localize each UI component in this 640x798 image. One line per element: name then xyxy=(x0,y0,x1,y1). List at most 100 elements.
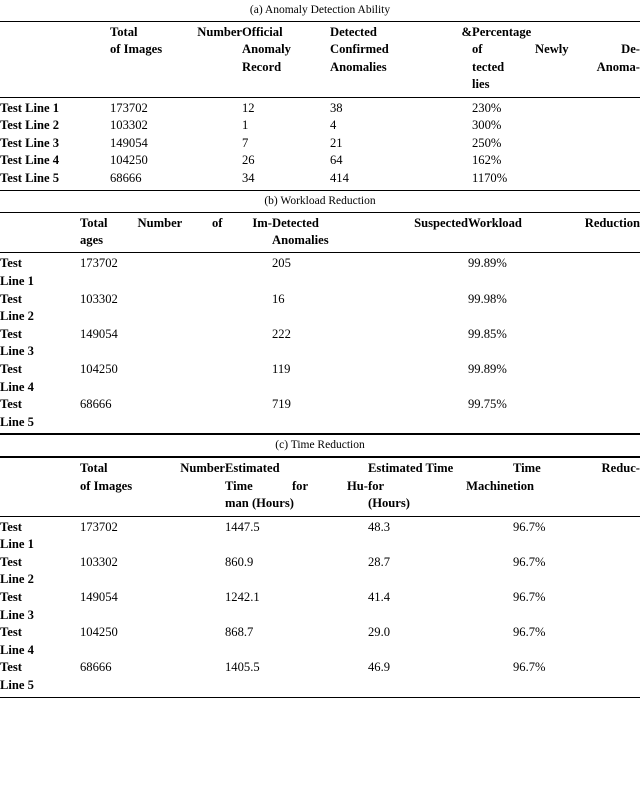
table-a-cell-official-record: 12 xyxy=(242,100,255,115)
table-c-cell-time-human: 868.7 xyxy=(225,625,254,640)
table-c-bottom-rule xyxy=(0,696,640,698)
table-a-cell-percentage: 250% xyxy=(472,135,502,150)
table-c-cell-time-machine: 41.4 xyxy=(368,589,391,604)
table-a-cell-total-images: 68666 xyxy=(110,171,142,185)
table-a-row-label: Test Line 1 xyxy=(0,100,60,115)
header-line: Time xyxy=(513,461,541,476)
table-b-cell-detected-suspected: 222 xyxy=(272,326,291,341)
table-a-cell-total-images: 104250 xyxy=(110,153,148,168)
table-b: Total Number of Im- ages Detected Suspec… xyxy=(0,215,640,250)
table-b-cell-detected-suspected: 205 xyxy=(272,256,291,271)
table-b-cell-workload-reduction: 99.89% xyxy=(468,256,507,271)
table-row: Test Line 2 103302 16 99.98% xyxy=(0,291,640,326)
table-a-cell-percentage: 1170% xyxy=(472,171,508,185)
table-a-cell-official-record: 7 xyxy=(242,135,249,150)
table-c-header-estimated-time-human: Estimated Time for Hu- man (Hours) xyxy=(225,460,368,512)
table-a-cell-official-record: 34 xyxy=(242,171,255,185)
caption-table-b: (b) Workload Reduction xyxy=(264,194,376,207)
table-row: Test Line 1 173702 205 99.89% xyxy=(0,255,640,290)
table-b-header-corner xyxy=(0,215,80,250)
table-c-cell-total-images: 103302 xyxy=(80,554,118,569)
table-row: Test Line 2 103302 1 4 300% xyxy=(0,117,640,135)
table-b-row-label: Test Line 4 xyxy=(0,361,80,396)
table-b-header-workload-reduction: Workload Reduction xyxy=(468,215,640,250)
table-c-cell-time-machine: 28.7 xyxy=(368,554,391,569)
header-line: tion xyxy=(513,478,534,493)
row-label-line: Test xyxy=(0,291,22,306)
table-a-row-label: Test Line 3 xyxy=(0,135,60,150)
header-line: Record xyxy=(242,59,282,74)
table-row: Test Line 2 103302 860.9 28.7 96.7% xyxy=(0,554,640,589)
header-line: Estimated xyxy=(225,461,280,476)
table-b-cell-detected-suspected: 719 xyxy=(272,397,291,412)
table-b-cell-detected-suspected: 16 xyxy=(272,291,285,306)
table-a-header-detected-confirmed-anomalies: Detected & Confirmed Anomalies xyxy=(330,24,472,94)
table-a-cell-official-record: 1 xyxy=(242,118,249,133)
header-line: Anomaly xyxy=(242,42,291,57)
table-b-cell-total-images: 173702 xyxy=(80,256,118,271)
header-line: Anomalies xyxy=(330,59,387,74)
row-label-line: Test xyxy=(0,660,22,675)
row-label-line: Line 3 xyxy=(0,344,34,359)
row-label-line: Test xyxy=(0,519,22,534)
table-b-row-label: Test Line 2 xyxy=(0,291,80,326)
table-row: Test Line 5 68666 719 99.75% xyxy=(0,396,640,431)
table-c-header-row: Total Number of Images Estimated Time fo… xyxy=(0,460,640,512)
table-c-row-label: Test Line 2 xyxy=(0,554,80,589)
table-row: Test Line 5 68666 1405.5 46.9 96.7% xyxy=(0,659,640,694)
header-line: ages xyxy=(80,233,104,247)
table-a: Total Number of Images Official Anomaly … xyxy=(0,24,640,94)
header-line: of Images xyxy=(110,42,163,57)
table-c-row-label: Test Line 1 xyxy=(0,519,80,554)
table-b-header-detected-suspected-anomalies: Detected Suspected Anomalies xyxy=(272,215,468,250)
row-label-line: Test xyxy=(0,361,22,376)
table-c-cell-total-images: 149054 xyxy=(80,589,118,604)
table-b-cell-total-images: 149054 xyxy=(80,326,118,341)
header-line: Anomalies xyxy=(272,233,329,247)
table-c-cell-total-images: 173702 xyxy=(80,519,118,534)
table-row: Test Line 1 173702 1447.5 48.3 96.7% xyxy=(0,519,640,554)
table-b-cell-workload-reduction: 99.98% xyxy=(468,291,507,306)
header-line: Detected & xyxy=(330,25,472,39)
table-c-header-corner xyxy=(0,460,80,512)
table-a-header-corner xyxy=(0,24,110,94)
header-line: (Hours) xyxy=(368,496,410,511)
table-b-cell-total-images: 104250 xyxy=(80,361,118,376)
table-c: Total Number of Images Estimated Time fo… xyxy=(0,460,640,512)
row-label-line: Test xyxy=(0,589,22,604)
row-label-line: Test xyxy=(0,397,22,412)
table-a-body: Test Line 1 173702 12 38 230% Test Line … xyxy=(0,100,640,188)
header-line: of Newly De- xyxy=(472,42,640,57)
table-b-header-total-images: Total Number of Im- ages xyxy=(80,215,272,250)
header-line: Total Number of Im- xyxy=(80,215,272,230)
header-line: lies xyxy=(472,77,490,92)
table-a-header-total-images: Total Number of Images xyxy=(110,24,242,94)
table-a-row-label: Test Line 4 xyxy=(0,153,60,168)
table-c-cell-time-machine: 46.9 xyxy=(368,660,391,675)
row-label-line: Line 3 xyxy=(0,607,34,622)
table-a-cell-detected-confirmed: 414 xyxy=(330,171,349,185)
table-a-header-official-anomaly-record: Official Anomaly Record xyxy=(242,24,330,94)
table-c-cell-time-reduction: 96.7% xyxy=(513,554,546,569)
table-c-cell-time-machine: 29.0 xyxy=(368,625,391,640)
table-row: Test Line 4 104250 868.7 29.0 96.7% xyxy=(0,624,640,659)
table-a-row-label: Test Line 2 xyxy=(0,118,60,133)
header-line-overflow: Reduc- xyxy=(601,461,640,476)
table-row: Test Line 1 173702 12 38 230% xyxy=(0,100,640,118)
row-label-line: Line 4 xyxy=(0,379,34,394)
header-line: of Images xyxy=(80,478,133,493)
table-c-cell-total-images: 68666 xyxy=(80,660,112,675)
row-label-line: Line 1 xyxy=(0,274,34,288)
table-b-cell-detected-suspected: 119 xyxy=(272,361,291,376)
table-b-header-row: Total Number of Im- ages Detected Suspec… xyxy=(0,215,640,250)
header-line: Total Number xyxy=(110,25,242,39)
table-b-cell-workload-reduction: 99.89% xyxy=(468,361,507,376)
header-line: Detected Suspected xyxy=(272,215,468,230)
row-label-line: Test xyxy=(0,256,22,271)
table-c-body: Test Line 1 173702 1447.5 48.3 96.7% Tes… xyxy=(0,519,640,695)
table-a-row-label: Test Line 5 xyxy=(0,171,60,185)
table-c-cell-time-human: 1405.5 xyxy=(225,660,260,675)
table-c-header-estimated-time-machine: Estimated Time for Machine (Hours) xyxy=(368,460,513,512)
table-a-cell-percentage: 162% xyxy=(472,153,502,168)
table-a-cell-percentage: 300% xyxy=(472,118,502,133)
